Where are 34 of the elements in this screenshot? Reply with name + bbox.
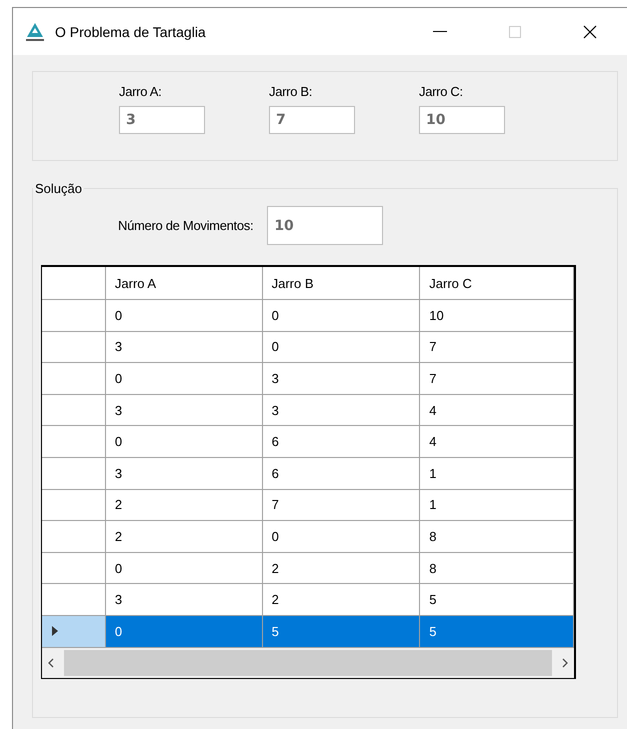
jar-input-field[interactable]: 7	[269, 106, 355, 134]
row-header[interactable]	[42, 616, 106, 647]
jar-label: Jarro B:	[269, 84, 314, 99]
close-icon	[582, 24, 596, 38]
scroll-thumb[interactable]	[64, 650, 552, 676]
column-header[interactable]: Jarro B	[262, 267, 420, 299]
jar-label: Jarro C:	[419, 84, 464, 99]
table-cell: 0	[106, 616, 263, 647]
table-cell: 0	[262, 521, 420, 552]
group-title: Solução	[34, 181, 83, 196]
scroll-left-icon[interactable]	[48, 658, 54, 668]
maximize-icon	[508, 26, 520, 38]
jar-input-field[interactable]: 10	[419, 106, 505, 134]
moves-label: Número de Movimentos:	[118, 218, 254, 233]
table-cell: 5	[420, 616, 574, 647]
table-cell: 6	[262, 426, 420, 457]
jar-input-field[interactable]: 3	[119, 106, 205, 134]
table-cell: 2	[262, 552, 420, 584]
current-row-icon	[52, 626, 58, 636]
table-cell: 5	[262, 616, 420, 647]
moves-input-field[interactable]: 10	[267, 206, 384, 245]
window-title: O Problema de Tartaglia	[55, 24, 207, 40]
table-cell: 7	[262, 490, 420, 520]
table-cell: 3	[262, 394, 420, 426]
horizontal-scrollbar[interactable]	[42, 648, 574, 678]
table-cell: 3	[262, 363, 420, 394]
table-cell: 6	[262, 458, 420, 489]
jar-label: Jarro A:	[119, 84, 162, 99]
table-cell: 0	[262, 300, 420, 331]
table-cell: 0	[262, 332, 420, 362]
app-logo-icon	[25, 22, 45, 42]
scroll-right-icon[interactable]	[562, 658, 568, 668]
table-cell: 2	[262, 584, 420, 615]
minimize-icon	[432, 30, 446, 32]
